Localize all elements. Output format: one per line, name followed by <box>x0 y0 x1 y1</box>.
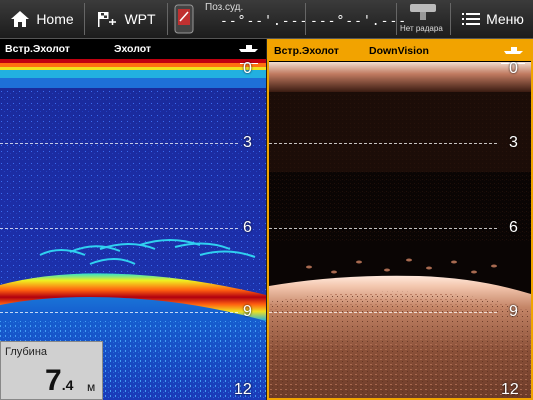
source-label: Встр.Эхолот <box>5 43 70 55</box>
downvision-image <box>269 62 531 398</box>
boat-icon <box>504 47 523 54</box>
latitude-value: --°--'.--- <box>220 14 309 29</box>
sonar-panel-header: Встр.Эхолот Эхолот <box>0 39 266 59</box>
depth-scale-label: 0 <box>243 60 252 77</box>
longitude-value: ---°--'.--- <box>310 14 408 29</box>
depth-scale-label: 3 <box>509 134 518 151</box>
waypoint-flag-icon <box>98 12 117 27</box>
depth-scale-label: 6 <box>509 219 518 236</box>
toolbar-divider <box>450 3 451 35</box>
depth-scale-label: 12 <box>501 381 519 398</box>
depth-gridline <box>269 143 497 144</box>
toolbar-divider <box>84 3 85 35</box>
position-label: Поз.суд. <box>205 2 244 13</box>
depth-scale-label: 3 <box>243 134 252 151</box>
depth-scale-label: 12 <box>234 381 252 398</box>
depth-scale-label: 0 <box>509 60 518 77</box>
depth-gridline <box>0 312 238 313</box>
depth-value: 7.4 <box>45 364 73 398</box>
toolbar-divider <box>167 3 168 35</box>
waypoint-button[interactable]: WPT <box>88 0 164 38</box>
depth-gridline <box>0 143 238 144</box>
waypoint-label: WPT <box>124 11 156 27</box>
top-toolbar: Home WPT Поз.суд. --°--'.--- ---°--'.---… <box>0 0 533 39</box>
depth-readout-box[interactable]: Глубина 7.4 м <box>0 341 103 400</box>
home-icon <box>11 11 30 27</box>
depth-value-integer: 7 <box>45 364 62 397</box>
depth-value-decimal: .4 <box>61 377 74 393</box>
menu-label: Меню <box>486 11 524 27</box>
home-button[interactable]: Home <box>4 0 80 38</box>
downvision-panel-header: Встр.Эхолот DownVision <box>269 41 531 61</box>
gps-status-button[interactable] <box>172 0 196 38</box>
toolbar-divider <box>305 3 306 35</box>
downvision-panel[interactable]: Встр.Эхолот DownVision 0 3 6 9 12 <box>267 39 533 400</box>
radar-icon <box>410 4 436 20</box>
depth-title: Глубина <box>5 346 48 358</box>
depth-scale-label: 9 <box>243 303 252 320</box>
mode-label: DownVision <box>369 45 429 57</box>
depth-gridline <box>269 228 497 229</box>
menu-button[interactable]: Меню <box>456 0 530 38</box>
source-label: Встр.Эхолот <box>274 45 339 57</box>
radar-label: Нет радара <box>400 24 443 33</box>
toolbar-divider <box>396 3 397 35</box>
depth-unit: м <box>87 380 96 394</box>
mode-label: Эхолот <box>114 43 152 55</box>
menu-icon <box>462 13 481 25</box>
depth-scale-label: 9 <box>509 303 518 320</box>
boat-icon <box>239 45 258 52</box>
depth-scale-label: 6 <box>243 219 252 236</box>
depth-gridline <box>269 312 497 313</box>
depth-gridline <box>0 228 238 229</box>
home-label: Home <box>36 11 74 27</box>
gps-device-icon <box>174 4 194 34</box>
radar-status-button[interactable]: Нет радара <box>398 0 448 38</box>
